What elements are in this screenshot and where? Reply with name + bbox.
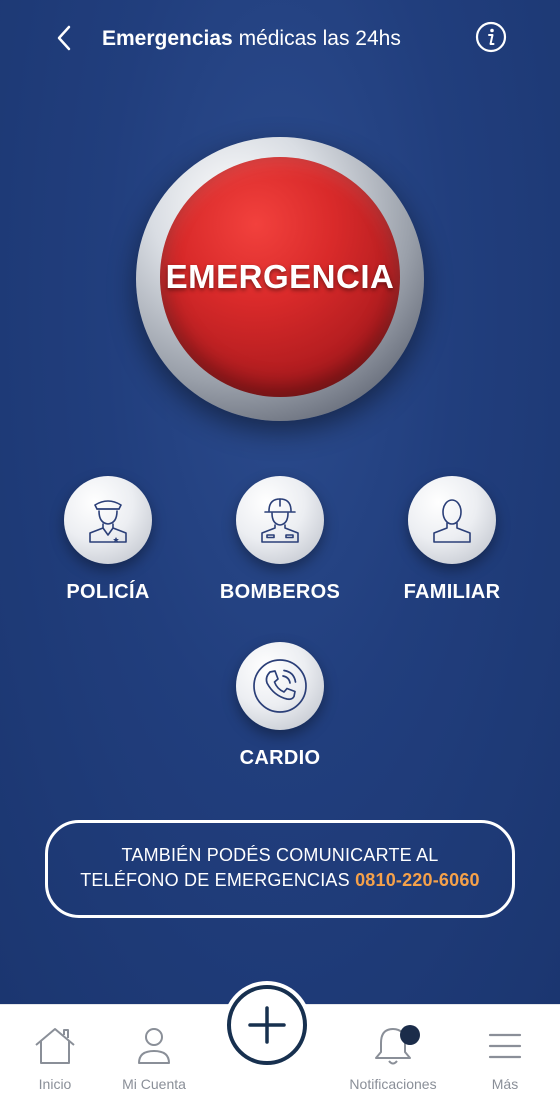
emergency-screen: Emergencias médicas las 24hs EMERGENCIA <box>0 0 560 1004</box>
plus-icon <box>248 1006 286 1044</box>
firefighter-icon <box>261 498 299 543</box>
info-button[interactable] <box>474 20 508 54</box>
police-button[interactable]: POLICÍA <box>38 476 178 604</box>
tab-mas-label: Más <box>491 1076 519 1092</box>
person-icon <box>433 499 471 543</box>
info-line-2: TELÉFONO DE EMERGENCIAS 0810-220-6060 <box>48 868 512 893</box>
home-icon <box>35 1028 75 1064</box>
chevron-left-icon <box>57 25 71 51</box>
tab-notificaciones-label: Notificaciones <box>349 1076 437 1092</box>
page-title: Emergencias médicas las 24hs <box>102 27 401 51</box>
family-button[interactable]: FAMILIAR <box>382 476 522 604</box>
menu-icon <box>488 1033 522 1059</box>
page-title-rest: médicas las 24hs <box>232 27 401 50</box>
family-label: FAMILIAR <box>403 581 501 603</box>
user-icon <box>138 1028 170 1064</box>
page-title-bold: Emergencias <box>102 27 233 50</box>
emergency-button[interactable] <box>160 157 400 397</box>
firefighters-button[interactable]: BOMBEROS <box>210 476 350 604</box>
notification-badge <box>400 1025 420 1045</box>
cardio-label: CARDIO <box>239 747 321 769</box>
emergency-button-wrapper: EMERGENCIA <box>136 137 424 421</box>
info-icon <box>475 21 507 53</box>
firefighters-label: BOMBEROS <box>219 581 341 603</box>
header: Emergencias médicas las 24hs <box>0 0 560 80</box>
add-button[interactable] <box>227 985 307 1065</box>
cardio-button[interactable]: CARDIO <box>210 642 350 770</box>
police-circle <box>64 476 152 564</box>
tab-inicio-label: Inicio <box>38 1076 72 1092</box>
back-button[interactable] <box>50 20 80 56</box>
emergency-phone-link[interactable]: 0810-220-6060 <box>355 870 480 890</box>
tab-inicio[interactable]: Inicio <box>0 1025 110 1092</box>
info-line-1: TAMBIÉN PODÉS COMUNICARTE AL <box>121 845 439 865</box>
tab-mas[interactable]: Más <box>450 1025 560 1092</box>
cardio-circle <box>236 642 324 730</box>
emergency-phone-box: TAMBIÉN PODÉS COMUNICARTE AL TELÉFONO DE… <box>45 820 515 918</box>
tab-mi-cuenta-label: Mi Cuenta <box>122 1076 186 1092</box>
firefighters-circle <box>236 476 324 564</box>
police-icon <box>89 500 127 543</box>
info-line-2-text: TELÉFONO DE EMERGENCIAS <box>80 870 356 890</box>
tab-notificaciones[interactable]: Notificaciones <box>338 1025 448 1092</box>
police-label: POLICÍA <box>66 581 150 603</box>
family-circle <box>408 476 496 564</box>
phone-call-icon <box>253 659 307 713</box>
tab-mi-cuenta[interactable]: Mi Cuenta <box>99 1025 209 1092</box>
